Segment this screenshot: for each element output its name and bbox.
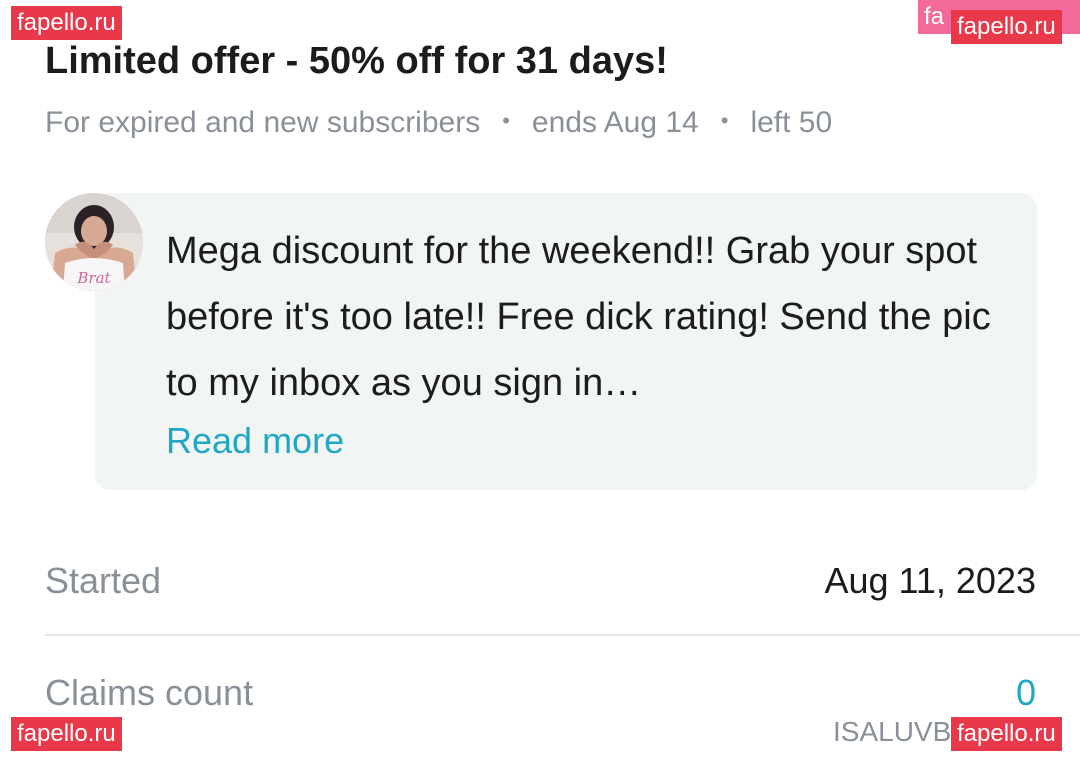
watermark-badge: fapello.ru: [951, 10, 1062, 44]
claims-label: Claims count: [45, 672, 254, 713]
watermark-badge: fapello.ru: [11, 6, 122, 40]
avatar-caption: Brat: [76, 269, 111, 287]
offer-ends: ends Aug 14: [531, 106, 699, 139]
separator-dot: •: [720, 108, 729, 133]
avatar-image: Brat: [45, 193, 143, 291]
read-more-link[interactable]: Read more: [166, 420, 344, 462]
offer-title: Limited offer - 50% off for 31 days!: [45, 40, 668, 82]
separator-dot: •: [502, 108, 510, 133]
avatar[interactable]: Brat: [45, 193, 143, 291]
username-text: ISALUVB: [833, 716, 952, 747]
offer-meta: For expired and new subscribers • ends Aug…: [45, 106, 832, 140]
divider: [45, 634, 1080, 636]
offer-audience: For expired and new subscribers: [45, 106, 481, 139]
started-value: Aug 11, 2023: [824, 560, 1036, 601]
message-text: Mega discount for the weekend!! Grab you…: [166, 230, 991, 404]
started-label: Started: [45, 560, 162, 601]
watermark-badge: fapello.ru: [11, 717, 122, 751]
watermark-badge: fapello.ru: [951, 717, 1062, 751]
claims-count-value[interactable]: 0: [1016, 672, 1036, 714]
offer-left: left 50: [750, 106, 833, 139]
